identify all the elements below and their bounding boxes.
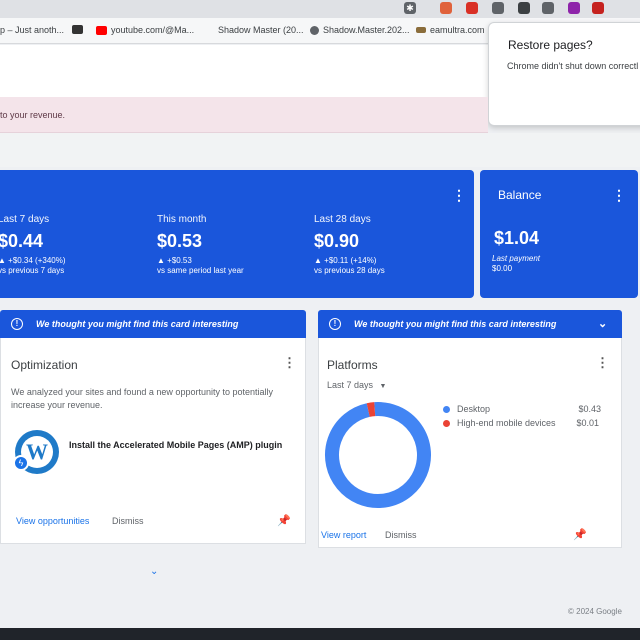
balance-value: $1.04: [494, 228, 540, 248]
restore-pages-popup[interactable]: Restore pages? Chrome didn't shut down c…: [488, 22, 640, 126]
last-payment-value: $0.00: [492, 264, 513, 273]
stat-last-28-days[interactable]: Last 28 days $0.90 ▲ +$0.11 (+14%) vs pr…: [314, 214, 385, 275]
page-spacer: [0, 133, 640, 167]
page-icon: [72, 25, 83, 34]
dismiss-button[interactable]: Dismiss: [112, 516, 144, 526]
platforms-card: Platforms ⋮ Last 7 days ▼ Desktop $0.43 …: [318, 338, 622, 548]
balance-card[interactable]: Balance ⋮ $1.04 Last payment $0.00: [480, 170, 638, 298]
extension-icon[interactable]: [518, 2, 530, 14]
info-icon: !: [329, 318, 341, 330]
legend-label: Desktop: [457, 404, 491, 414]
legend-item-high-end-mobile: High-end mobile devices: [443, 418, 556, 428]
amp-plugin-text[interactable]: Install the Accelerated Mobile Pages (AM…: [69, 440, 282, 450]
lightning-icon: ϟ: [13, 455, 29, 471]
more-options-icon[interactable]: ⋮: [596, 356, 609, 370]
bookmark-label: Shadow Master (20...: [218, 25, 304, 35]
interesting-card-banner: ! We thought you might find this card in…: [0, 310, 306, 338]
alert-banner: to your revenue.: [0, 97, 488, 133]
legend-label: High-end mobile devices: [457, 418, 556, 428]
info-icon: !: [11, 318, 23, 330]
bookmark-label: Shadow.Master.202...: [323, 25, 410, 35]
interesting-card-banner: ! We thought you might find this card in…: [318, 310, 622, 338]
bookmark-item[interactable]: [72, 25, 83, 34]
globe-icon: [310, 25, 319, 35]
date-range-label: Last 7 days: [327, 380, 374, 390]
page-header-area: [0, 45, 488, 97]
more-options-icon[interactable]: ⋮: [612, 188, 626, 202]
extension-icon[interactable]: [466, 2, 478, 14]
legend-dot: [443, 406, 450, 413]
stat-label: Last 7 days: [0, 214, 50, 225]
extension-icon[interactable]: [568, 2, 580, 14]
alert-text: to your revenue.: [0, 110, 66, 120]
stat-change: ▲ +$0.34 (+340%): [0, 256, 66, 265]
stat-change: ▲ +$0.11 (+14%): [314, 256, 377, 265]
stat-this-month[interactable]: This month $0.53 ▲ +$0.53 vs same period…: [157, 214, 244, 275]
copyright: © 2024 Google: [568, 607, 622, 616]
platforms-donut-chart: [325, 402, 431, 508]
last-payment-label: Last payment: [492, 254, 541, 263]
legend-value: $0.01: [576, 418, 599, 428]
bookmark-label: youtube.com/@Ma...: [111, 25, 195, 35]
donut-slice-high-end-mobile-devices[interactable]: [366, 402, 376, 417]
stat-comparison: vs previous 28 days: [314, 266, 385, 275]
view-opportunities-link[interactable]: View opportunities: [16, 516, 89, 526]
stat-label: This month: [157, 214, 207, 225]
youtube-icon: [96, 25, 107, 35]
banner-text: We thought you might find this card inte…: [354, 319, 557, 329]
stat-value: $0.90: [314, 231, 360, 251]
bookmark-item[interactable]: youtube.com/@Ma...: [96, 25, 194, 35]
site-icon: [416, 27, 426, 33]
legend-item-desktop: Desktop: [443, 404, 490, 414]
bookmark-item[interactable]: eamultra.com: [416, 25, 485, 35]
stat-value: $0.44: [0, 231, 44, 251]
stat-label: Last 28 days: [314, 214, 371, 225]
card-title: Optimization: [11, 358, 78, 372]
earnings-card: ⋮ Last 7 days $0.44 ▲ +$0.34 (+340%) vs …: [0, 170, 474, 298]
bookmark-label: eamultra.com: [430, 25, 485, 35]
chevron-down-icon[interactable]: ⌄: [598, 317, 607, 330]
extension-icon[interactable]: [492, 2, 504, 14]
donut-slice-desktop[interactable]: [325, 402, 431, 508]
chevron-down-icon[interactable]: ⌄: [150, 566, 158, 577]
extension-icon[interactable]: [592, 2, 604, 14]
stat-last-7-days[interactable]: Last 7 days $0.44 ▲ +$0.34 (+340%) vs pr…: [0, 214, 66, 275]
stat-change: ▲ +$0.53: [157, 256, 192, 265]
more-options-icon[interactable]: ⋮: [283, 356, 296, 370]
card-title: Platforms: [327, 358, 378, 372]
taskbar: [0, 628, 640, 640]
pencil-icon[interactable]: [542, 2, 554, 14]
browser-extension-bar: ✱: [0, 0, 640, 18]
caret-down-icon: ▼: [379, 383, 387, 390]
view-report-link[interactable]: View report: [321, 530, 366, 540]
more-options-icon[interactable]: ⋮: [452, 188, 466, 202]
pin-icon[interactable]: 📌: [573, 528, 587, 541]
pin-icon[interactable]: ✱: [404, 2, 416, 14]
stat-comparison: vs previous 7 days: [0, 266, 65, 275]
restore-popup-body: Chrome didn't shut down correctl: [507, 61, 639, 71]
bookmark-item[interactable]: Shadow Master (20...: [218, 25, 304, 35]
bookmark-label: p – Just anoth...: [0, 25, 65, 35]
extension-icon[interactable]: [440, 2, 452, 14]
legend-value: $0.43: [578, 404, 601, 414]
bookmark-item[interactable]: p – Just anoth...: [0, 25, 64, 35]
legend-dot: [443, 420, 450, 427]
stat-value: $0.53: [157, 231, 203, 251]
date-range-dropdown[interactable]: Last 7 days ▼: [327, 380, 386, 390]
bookmark-item[interactable]: Shadow.Master.202...: [310, 25, 410, 35]
banner-text: We thought you might find this card inte…: [36, 319, 239, 329]
stat-comparison: vs same period last year: [157, 266, 244, 275]
dismiss-button[interactable]: Dismiss: [385, 530, 417, 540]
optimization-card: Optimization ⋮ We analyzed your sites an…: [0, 338, 306, 544]
optimization-description: We analyzed your sites and found a new o…: [11, 387, 273, 410]
pin-icon[interactable]: 📌: [277, 514, 291, 527]
restore-popup-title: Restore pages?: [508, 38, 593, 52]
balance-title: Balance: [498, 188, 542, 202]
